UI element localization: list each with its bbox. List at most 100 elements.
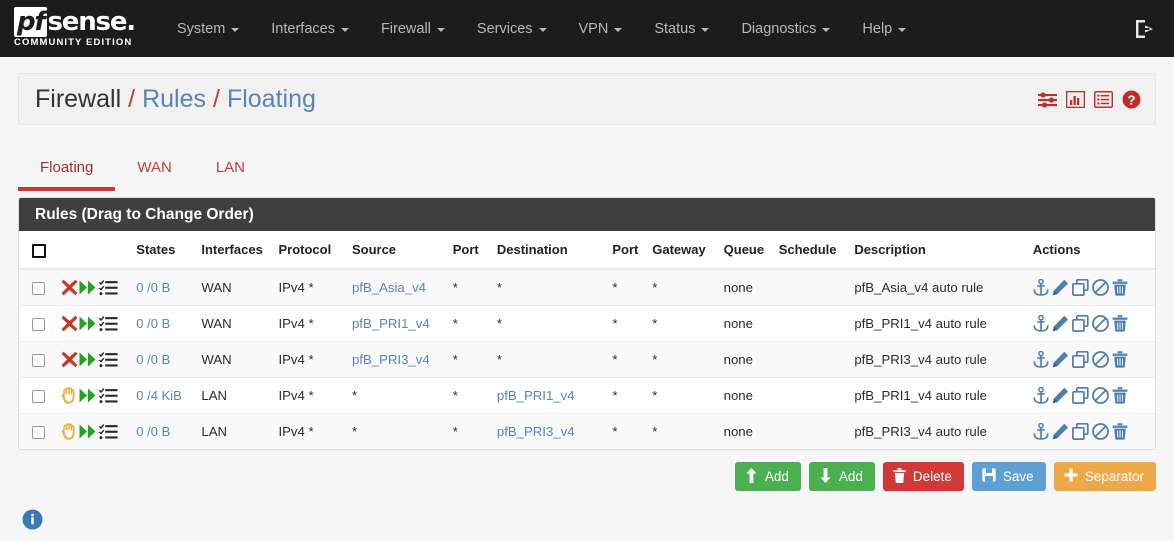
table-row[interactable]: 0 /0 BWANIPv4 *pfB_Asia_v4****nonepfB_As…: [19, 269, 1155, 306]
row-checkbox[interactable]: [32, 318, 45, 331]
rules-list-icon[interactable]: [1094, 91, 1113, 108]
header-protocol: Protocol: [272, 231, 346, 269]
block-icon[interactable]: [61, 351, 78, 368]
log-icon[interactable]: [99, 315, 118, 332]
select-all-checkbox[interactable]: [32, 244, 46, 258]
delete-icon[interactable]: [1112, 279, 1128, 296]
rules-panel-title: Rules (Drag to Change Order): [19, 198, 1155, 231]
rule-states[interactable]: 0 /0 B: [130, 341, 195, 377]
edit-icon[interactable]: [1052, 423, 1069, 440]
delete-icon[interactable]: [1112, 351, 1128, 368]
delete-icon[interactable]: [1112, 315, 1128, 332]
save-button[interactable]: Save: [972, 462, 1046, 491]
rule-source-port: *: [447, 305, 491, 341]
disable-icon[interactable]: [1092, 423, 1109, 440]
table-row[interactable]: 0 /0 BLANIPv4 ***pfB_PRI3_v4**nonepfB_PR…: [19, 413, 1155, 449]
rule-description: pfB_PRI3_v4 auto rule: [848, 413, 1027, 449]
copy-icon[interactable]: [1072, 279, 1089, 296]
anchor-icon[interactable]: [1033, 423, 1049, 440]
log-icon[interactable]: [99, 423, 118, 440]
add-separator-button[interactable]: Separator: [1054, 462, 1156, 491]
edit-icon[interactable]: [1052, 351, 1069, 368]
nav-status[interactable]: Status: [638, 13, 725, 45]
table-row[interactable]: 0 /4 KiBLANIPv4 ***pfB_PRI1_v4**nonepfB_…: [19, 377, 1155, 413]
block-icon[interactable]: [61, 315, 78, 332]
anchor-icon[interactable]: [1033, 279, 1049, 296]
delete-icon[interactable]: [1112, 387, 1128, 404]
advanced-filter-icon[interactable]: [1038, 91, 1057, 108]
rule-states[interactable]: 0 /0 B: [130, 269, 195, 306]
tab-floating[interactable]: Floating: [18, 149, 115, 191]
log-icon[interactable]: [99, 387, 118, 404]
traffic-graph-icon[interactable]: [1066, 91, 1085, 108]
nav-firewall[interactable]: Firewall: [365, 13, 461, 45]
disable-icon[interactable]: [1092, 387, 1109, 404]
help-icon[interactable]: ?: [1122, 90, 1141, 109]
copy-icon[interactable]: [1072, 423, 1089, 440]
quick-icon[interactable]: [79, 351, 98, 368]
nav-diagnostics[interactable]: Diagnostics: [725, 13, 846, 45]
rule-destination: pfB_PRI1_v4: [491, 377, 607, 413]
rule-states[interactable]: 0 /0 B: [130, 305, 195, 341]
quick-icon[interactable]: [79, 279, 98, 296]
quick-icon[interactable]: [79, 315, 98, 332]
delete-selected-button[interactable]: Delete: [883, 462, 964, 491]
nav-vpn[interactable]: VPN: [563, 13, 639, 45]
nav-interfaces[interactable]: Interfaces: [255, 13, 365, 45]
tab-lan[interactable]: LAN: [194, 149, 267, 191]
rule-destination-link[interactable]: pfB_PRI1_v4: [497, 388, 575, 403]
add-rule-top-button[interactable]: Add: [735, 462, 801, 491]
reject-icon[interactable]: [61, 423, 78, 440]
rule-source-link[interactable]: pfB_PRI1_v4: [352, 316, 430, 331]
nav-services[interactable]: Services: [461, 13, 563, 45]
chevron-down-icon: [231, 28, 239, 32]
nav-help[interactable]: Help: [846, 13, 922, 45]
rule-interface: WAN: [195, 341, 272, 377]
rule-description: pfB_PRI3_v4 auto rule: [848, 341, 1027, 377]
table-row[interactable]: 0 /0 BWANIPv4 *pfB_PRI3_v4****nonepfB_PR…: [19, 341, 1155, 377]
pfsense-brand[interactable]: pfsense. COMMUNITY EDITION: [14, 9, 135, 48]
anchor-icon[interactable]: [1033, 387, 1049, 404]
quick-icon[interactable]: [79, 387, 98, 404]
tab-wan[interactable]: WAN: [115, 149, 193, 191]
reject-icon[interactable]: [61, 387, 78, 404]
brand-logo-sense: sense.: [48, 7, 135, 37]
delete-icon[interactable]: [1112, 423, 1128, 440]
rule-source-link[interactable]: pfB_Asia_v4: [352, 280, 426, 295]
breadcrumb-rules[interactable]: Rules: [142, 85, 206, 114]
rule-destination: *: [491, 305, 607, 341]
log-icon[interactable]: [99, 279, 118, 296]
log-icon[interactable]: [99, 351, 118, 368]
breadcrumb-floating[interactable]: Floating: [227, 85, 316, 114]
logout-icon[interactable]: [1134, 19, 1156, 39]
edit-icon[interactable]: [1052, 387, 1069, 404]
row-checkbox[interactable]: [32, 426, 45, 439]
nav-system[interactable]: System: [161, 13, 255, 45]
rule-states[interactable]: 0 /0 B: [130, 413, 195, 449]
disable-icon[interactable]: [1092, 351, 1109, 368]
rule-destination-link[interactable]: pfB_PRI3_v4: [497, 424, 575, 439]
row-checkbox[interactable]: [32, 282, 45, 295]
disable-icon[interactable]: [1092, 315, 1109, 332]
quick-icon[interactable]: [79, 423, 98, 440]
rule-actions: [1027, 305, 1155, 341]
edit-icon[interactable]: [1052, 279, 1069, 296]
copy-icon[interactable]: [1072, 351, 1089, 368]
rule-destination: *: [491, 341, 607, 377]
anchor-icon[interactable]: [1033, 351, 1049, 368]
rule-states[interactable]: 0 /4 KiB: [130, 377, 195, 413]
block-icon[interactable]: [61, 279, 78, 296]
row-checkbox[interactable]: [32, 390, 45, 403]
add-rule-bottom-button[interactable]: Add: [809, 462, 875, 491]
table-row[interactable]: 0 /0 BWANIPv4 *pfB_PRI1_v4****nonepfB_PR…: [19, 305, 1155, 341]
copy-icon[interactable]: [1072, 387, 1089, 404]
info-icon[interactable]: [22, 509, 43, 530]
copy-icon[interactable]: [1072, 315, 1089, 332]
row-checkbox[interactable]: [32, 354, 45, 367]
rule-source-link[interactable]: pfB_PRI3_v4: [352, 352, 430, 367]
anchor-icon[interactable]: [1033, 315, 1049, 332]
brand-logo: pfsense.: [14, 9, 135, 35]
row-select-cell: [19, 341, 55, 377]
edit-icon[interactable]: [1052, 315, 1069, 332]
disable-icon[interactable]: [1092, 279, 1109, 296]
